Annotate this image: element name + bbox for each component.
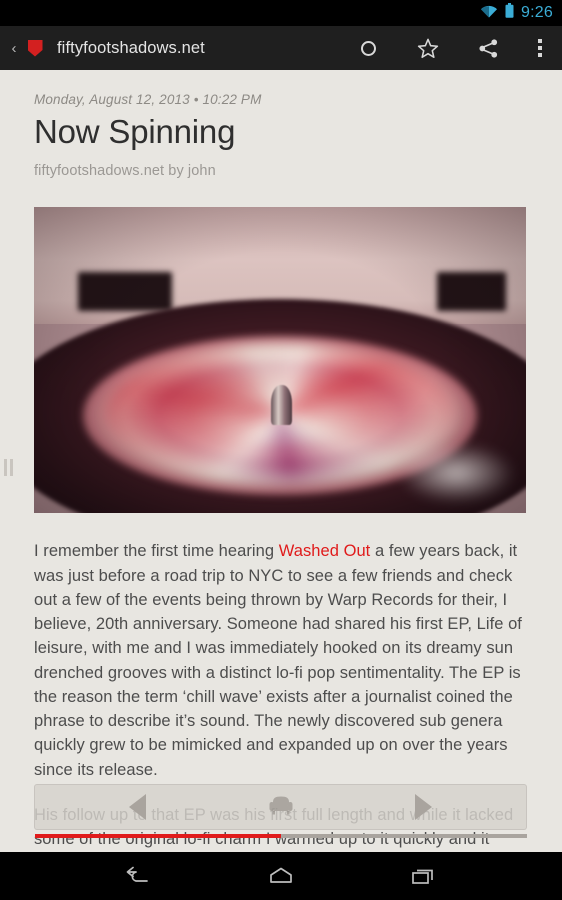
article-navigation-overlay	[34, 784, 527, 830]
url-bar[interactable]: fiftyfootshadows.net	[57, 39, 338, 58]
android-navigation-bar	[0, 852, 562, 900]
shield-favicon-icon	[26, 39, 44, 57]
back-chevron-icon[interactable]: ‹	[3, 40, 25, 57]
stop-reload-icon[interactable]	[338, 26, 398, 70]
hero-vignette	[34, 207, 526, 514]
prev-article-arrow[interactable]	[129, 794, 146, 820]
web-page-viewport[interactable]: Monday, August 12, 2013 • 10:22 PM Now S…	[0, 70, 562, 852]
next-article-arrow[interactable]	[415, 794, 432, 820]
status-clock: 9:26	[521, 3, 553, 21]
nav-back-button[interactable]	[111, 852, 167, 900]
article-paragraph: I remember the first time hearing Washed…	[34, 542, 522, 779]
wifi-icon	[480, 4, 498, 23]
page-drag-handle[interactable]	[0, 450, 16, 484]
nav-recents-button[interactable]	[395, 852, 451, 900]
nav-home-button[interactable]	[253, 852, 309, 900]
reader-mode-armchair-icon[interactable]	[268, 793, 294, 822]
article-hero-image	[34, 207, 526, 514]
article-byline: fiftyfootshadows.net by john	[34, 163, 216, 180]
page-title: Now Spinning	[34, 113, 236, 150]
bookmark-star-icon[interactable]	[398, 26, 458, 70]
share-icon[interactable]	[458, 26, 518, 70]
article-date: Monday, August 12, 2013 • 10:22 PM	[34, 92, 262, 107]
reading-progress-fill	[35, 834, 281, 838]
status-bar: 9:26	[0, 0, 562, 26]
browser-action-bar: ‹ fiftyfootshadows.net	[0, 26, 562, 70]
article-content: Monday, August 12, 2013 • 10:22 PM Now S…	[0, 70, 562, 852]
overflow-menu-icon[interactable]	[518, 26, 562, 70]
article-link[interactable]: Washed Out	[279, 542, 371, 560]
action-bar-icons	[338, 26, 562, 70]
battery-icon	[505, 3, 514, 23]
reading-progress-bar	[35, 834, 527, 838]
